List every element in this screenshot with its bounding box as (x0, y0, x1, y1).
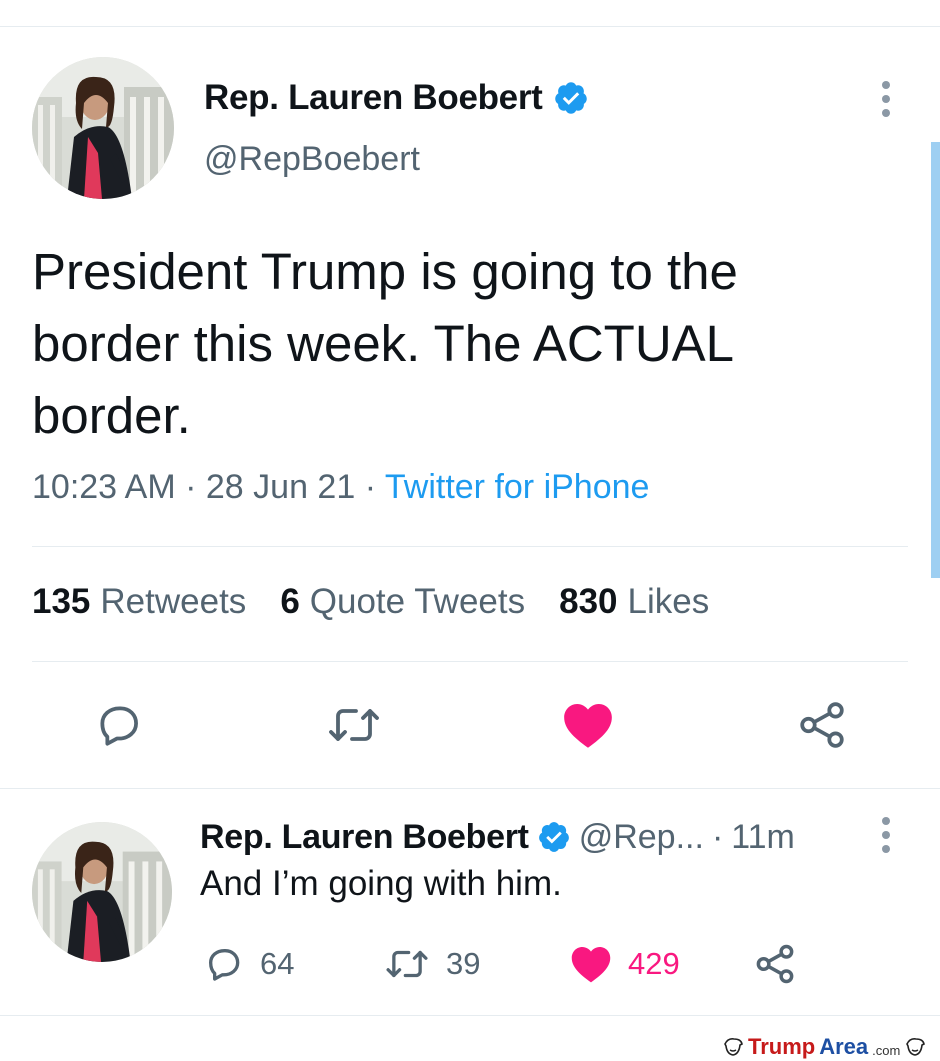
tweet-date[interactable]: 28 Jun 21 (206, 468, 355, 506)
more-options-icon[interactable] (878, 80, 894, 118)
scrollbar[interactable] (931, 142, 940, 578)
author-handle[interactable]: @RepBoebert (204, 140, 420, 179)
verified-badge-icon (537, 820, 571, 854)
quote-tweets-stat[interactable]: 6 Quote Tweets (280, 582, 525, 622)
like-count: 429 (628, 946, 680, 981)
share-icon[interactable] (797, 700, 847, 750)
meta-separator: · (711, 817, 724, 856)
reply-icon[interactable] (94, 700, 144, 750)
meta-separator: · (364, 468, 377, 506)
bottom-divider (0, 1015, 940, 1016)
author-header: Rep. Lauren Boebert (204, 76, 589, 120)
avatar[interactable] (32, 57, 174, 199)
retweet-icon (386, 950, 428, 978)
avatar[interactable] (32, 822, 172, 962)
like-icon (571, 947, 611, 983)
watermark-part-trump: Trump (748, 1034, 816, 1059)
divider (32, 546, 908, 547)
watermark-part-com: .com (872, 1042, 901, 1058)
retweets-label: Retweets (100, 582, 247, 621)
divider (32, 661, 908, 662)
share-icon (756, 944, 794, 984)
quotes-label: Quote Tweets (309, 582, 526, 621)
retweets-count: 135 (32, 582, 91, 621)
tweet-meta: 10:23 AM · 28 Jun 21 · Twitter for iPhon… (32, 468, 649, 507)
retweets-stat[interactable]: 135 Retweets (32, 582, 246, 622)
tweet-source-link[interactable]: Twitter for iPhone (385, 468, 650, 506)
tweet-stats: 135 Retweets 6 Quote Tweets 830 Likes (32, 582, 709, 622)
retweet-icon[interactable] (326, 700, 382, 750)
reply-count: 64 (260, 946, 295, 981)
tweet-text: President Trump is going to the border t… (32, 243, 738, 444)
top-divider (0, 26, 940, 27)
share-button[interactable] (754, 940, 796, 988)
avatar-photo (32, 822, 172, 962)
more-options-icon[interactable] (878, 816, 894, 854)
reply-icon (209, 949, 240, 981)
trump-face-icon (724, 1038, 743, 1056)
reply-header: Rep. Lauren Boebert @Rep... · 11m (200, 814, 795, 860)
section-divider (0, 788, 940, 789)
quotes-count: 6 (280, 582, 300, 621)
retweet-button[interactable]: 39 (384, 940, 480, 988)
trump-face-icon (906, 1038, 926, 1056)
meta-separator: · (185, 468, 197, 506)
reply-time[interactable]: 11m (731, 818, 795, 857)
watermark: Trump Area .com (722, 1034, 926, 1060)
likes-label: Likes (627, 582, 710, 621)
retweet-count: 39 (446, 946, 481, 981)
verified-badge-icon (553, 80, 589, 116)
watermark-part-area: Area (819, 1034, 869, 1059)
author-handle[interactable]: @Rep... (579, 818, 704, 857)
like-icon[interactable] (562, 700, 614, 750)
author-name[interactable]: Rep. Lauren Boebert (204, 78, 543, 118)
reply-button[interactable]: 64 (204, 940, 294, 988)
tweet-time[interactable]: 10:23 AM (32, 468, 176, 506)
likes-stat[interactable]: 830 Likes (559, 582, 709, 622)
avatar-photo (32, 57, 174, 199)
reply-text: And I’m going with him. (200, 864, 562, 903)
author-name[interactable]: Rep. Lauren Boebert (200, 818, 529, 857)
like-button[interactable]: 429 (570, 940, 680, 988)
likes-count: 830 (559, 582, 618, 621)
